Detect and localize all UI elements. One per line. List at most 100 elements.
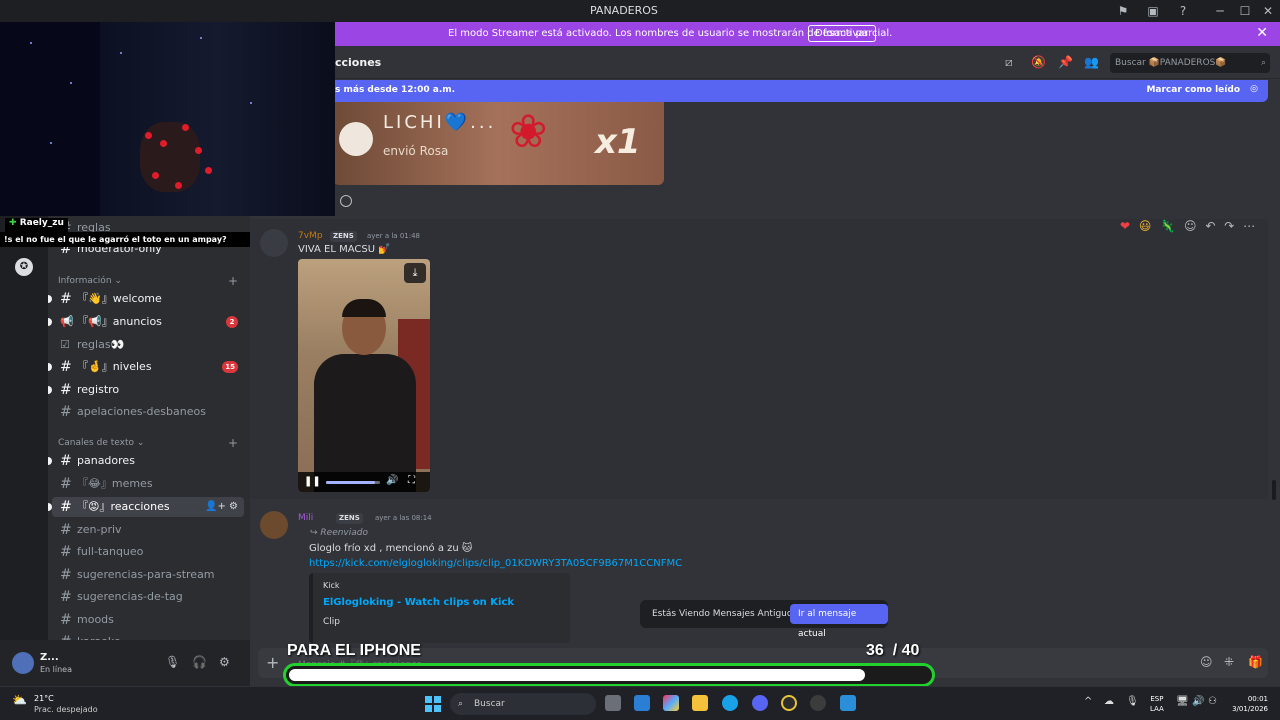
channel-moods[interactable]: # moods — [52, 610, 244, 630]
flag-icon[interactable]: ⚑ — [1115, 3, 1131, 19]
copilot-icon[interactable] — [663, 695, 679, 711]
embed-provider: Kick — [323, 581, 340, 590]
mark-as-read-button[interactable]: Marcar como leído — [1146, 85, 1240, 95]
message-author[interactable]: 7vMp — [298, 231, 323, 241]
game-icon[interactable] — [781, 695, 797, 711]
hash-icon: # — [60, 589, 72, 605]
battery-icon[interactable]: ⚇ — [1208, 696, 1217, 707]
add-reaction-icon[interactable]: ☺ — [1184, 219, 1197, 233]
hash-icon: # — [60, 499, 72, 515]
message-link[interactable]: https://kick.com/elglogloking/clips/clip… — [309, 558, 682, 569]
task-view-icon[interactable] — [605, 695, 621, 711]
message-text: VIVA EL MACSU 💅 — [298, 244, 391, 255]
tray-chevron-icon[interactable]: ^ — [1084, 696, 1092, 707]
minimize-button[interactable]: ─ — [1212, 3, 1228, 19]
message-author[interactable]: Mili — [298, 513, 313, 523]
cloud-icon[interactable]: ☁ — [1104, 696, 1114, 707]
headset-icon[interactable]: 🎧 — [192, 655, 207, 669]
close-window-button[interactable]: ✕ — [1260, 3, 1276, 19]
discover-icon[interactable]: ✪ — [15, 258, 33, 276]
network-icon[interactable]: 🖥 — [1176, 696, 1189, 707]
help-icon[interactable]: ? — [1175, 3, 1191, 19]
category-informacion[interactable]: Información ⌄ + — [58, 274, 238, 288]
avatar[interactable] — [260, 229, 288, 257]
channel-welcome[interactable]: # 『👋』welcome — [48, 289, 244, 309]
add-channel-icon[interactable]: + — [228, 436, 238, 450]
edge-icon[interactable] — [722, 695, 738, 711]
emoji-icon[interactable]: ☺ — [1200, 655, 1213, 669]
disable-streamer-button[interactable]: Desactivar — [808, 25, 876, 42]
channel-zen-priv[interactable]: # zen-priv — [52, 520, 244, 540]
clock[interactable]: 00:01 3/01/2026 — [1228, 694, 1268, 714]
mention-badge: 15 — [222, 361, 238, 373]
maximize-button[interactable]: ☐ — [1237, 3, 1253, 19]
apps-icon[interactable]: ⁜ — [1224, 655, 1234, 669]
avatar[interactable] — [12, 652, 34, 674]
fullscreen-icon[interactable]: ⛶ — [408, 475, 415, 486]
forward-icon[interactable]: ↷ — [1224, 219, 1234, 233]
smile-reaction-icon[interactable]: 😃 — [1139, 219, 1152, 233]
webcam-overlay — [0, 22, 335, 216]
members-icon[interactable]: 👥 — [1084, 55, 1099, 69]
mute-icon[interactable]: 🔕 — [1031, 55, 1046, 69]
attach-icon[interactable]: + — [266, 653, 279, 672]
jump-to-present-button[interactable]: Ir al mensaje actual — [790, 604, 888, 639]
gift-icon[interactable]: 🎁 — [1248, 655, 1263, 669]
threads-icon[interactable]: ⧄ — [1005, 55, 1013, 70]
lizard-reaction-icon[interactable]: 🦎 — [1160, 219, 1175, 233]
new-messages-bar[interactable]: s más desde 12:00 a.m. Marcar como leído… — [260, 80, 1268, 102]
settings-icon[interactable]: ⚙ — [219, 655, 230, 669]
channel-niveles[interactable]: # 『🤞』niveles 15 — [48, 357, 244, 377]
goal-progress-bar — [283, 663, 935, 687]
invite-settings-icons[interactable]: 👤+ ⚙ — [205, 497, 238, 517]
store-icon[interactable] — [634, 695, 650, 711]
start-icon[interactable] — [425, 696, 441, 712]
goal-count: 36 / 40 — [866, 642, 920, 659]
volume-icon[interactable]: 🔊 — [1192, 696, 1204, 707]
gift-avatar — [339, 122, 373, 156]
avatar[interactable] — [260, 511, 288, 539]
hash-icon: # — [60, 544, 72, 560]
pin-icon[interactable]: 📌 — [1058, 55, 1073, 69]
explorer-icon[interactable] — [692, 695, 708, 711]
reply-icon[interactable]: ↶ — [1205, 219, 1215, 233]
download-icon[interactable]: ⤓ — [404, 263, 426, 283]
discord-icon[interactable] — [752, 695, 768, 711]
video-attachment[interactable]: ⤓ ❚❚ 🔊 ⛶ — [298, 259, 430, 492]
channel-sugerencias-para-stream[interactable]: # sugerencias-para-stream — [52, 565, 244, 585]
mic-tray-icon[interactable]: 🎙 — [1126, 696, 1139, 707]
channel-karaoke[interactable]: #karaoke — [52, 632, 244, 640]
channel-reglas[interactable]: ☑ reglas👀 — [52, 335, 244, 355]
inbox-icon[interactable]: ▣ — [1145, 3, 1161, 19]
channel-reacciones[interactable]: # 『😡』reacciones 👤+ ⚙ — [48, 497, 244, 517]
server-tag: ZENS — [330, 231, 357, 242]
heart-reaction-icon[interactable]: ❤ — [1120, 219, 1130, 233]
channel-apelaciones[interactable]: # apelaciones-desbaneos — [52, 402, 244, 422]
video-progress[interactable] — [326, 481, 380, 484]
hash-icon: # — [60, 359, 72, 375]
more-icon[interactable]: ⋯ — [1243, 219, 1255, 233]
add-reaction-icon[interactable] — [340, 195, 352, 207]
channel-registro[interactable]: # registro — [48, 380, 244, 400]
language-indicator[interactable]: ESP LAA — [1150, 694, 1164, 714]
search-input[interactable]: Buscar 📦PANADEROS📦 ⌕ — [1110, 53, 1270, 73]
channel-memes[interactable]: # 『😂』memes — [52, 474, 244, 494]
category-canales-de-texto[interactable]: Canales de texto ⌄ + — [58, 436, 238, 450]
channel-full-tanqueo[interactable]: # full-tanqueo — [52, 542, 244, 562]
taskbar-search[interactable]: ⌕ Buscar — [450, 693, 596, 715]
channel-panadores[interactable]: # panadores — [48, 451, 244, 471]
scrollbar[interactable] — [1272, 480, 1276, 500]
channel-anuncios[interactable]: 📢 『📢』anuncios 2 — [48, 312, 244, 332]
unread-indicator — [48, 457, 52, 465]
gift-sender: LICHI💙... — [383, 112, 497, 133]
add-channel-icon[interactable]: + — [228, 274, 238, 288]
close-banner-icon[interactable]: ✕ — [1256, 25, 1268, 41]
app-icon[interactable] — [840, 695, 856, 711]
weather-icon[interactable]: ⛅ — [12, 693, 27, 707]
embed-title[interactable]: ElGlogloking - Watch clips on Kick — [323, 597, 514, 608]
channel-sugerencias-de-tag[interactable]: # sugerencias-de-tag — [52, 587, 244, 607]
mic-icon[interactable]: 🎙 — [165, 655, 180, 669]
pause-icon[interactable]: ❚❚ — [304, 476, 321, 487]
obs-icon[interactable] — [810, 695, 826, 711]
volume-icon[interactable]: 🔊 — [386, 475, 398, 486]
